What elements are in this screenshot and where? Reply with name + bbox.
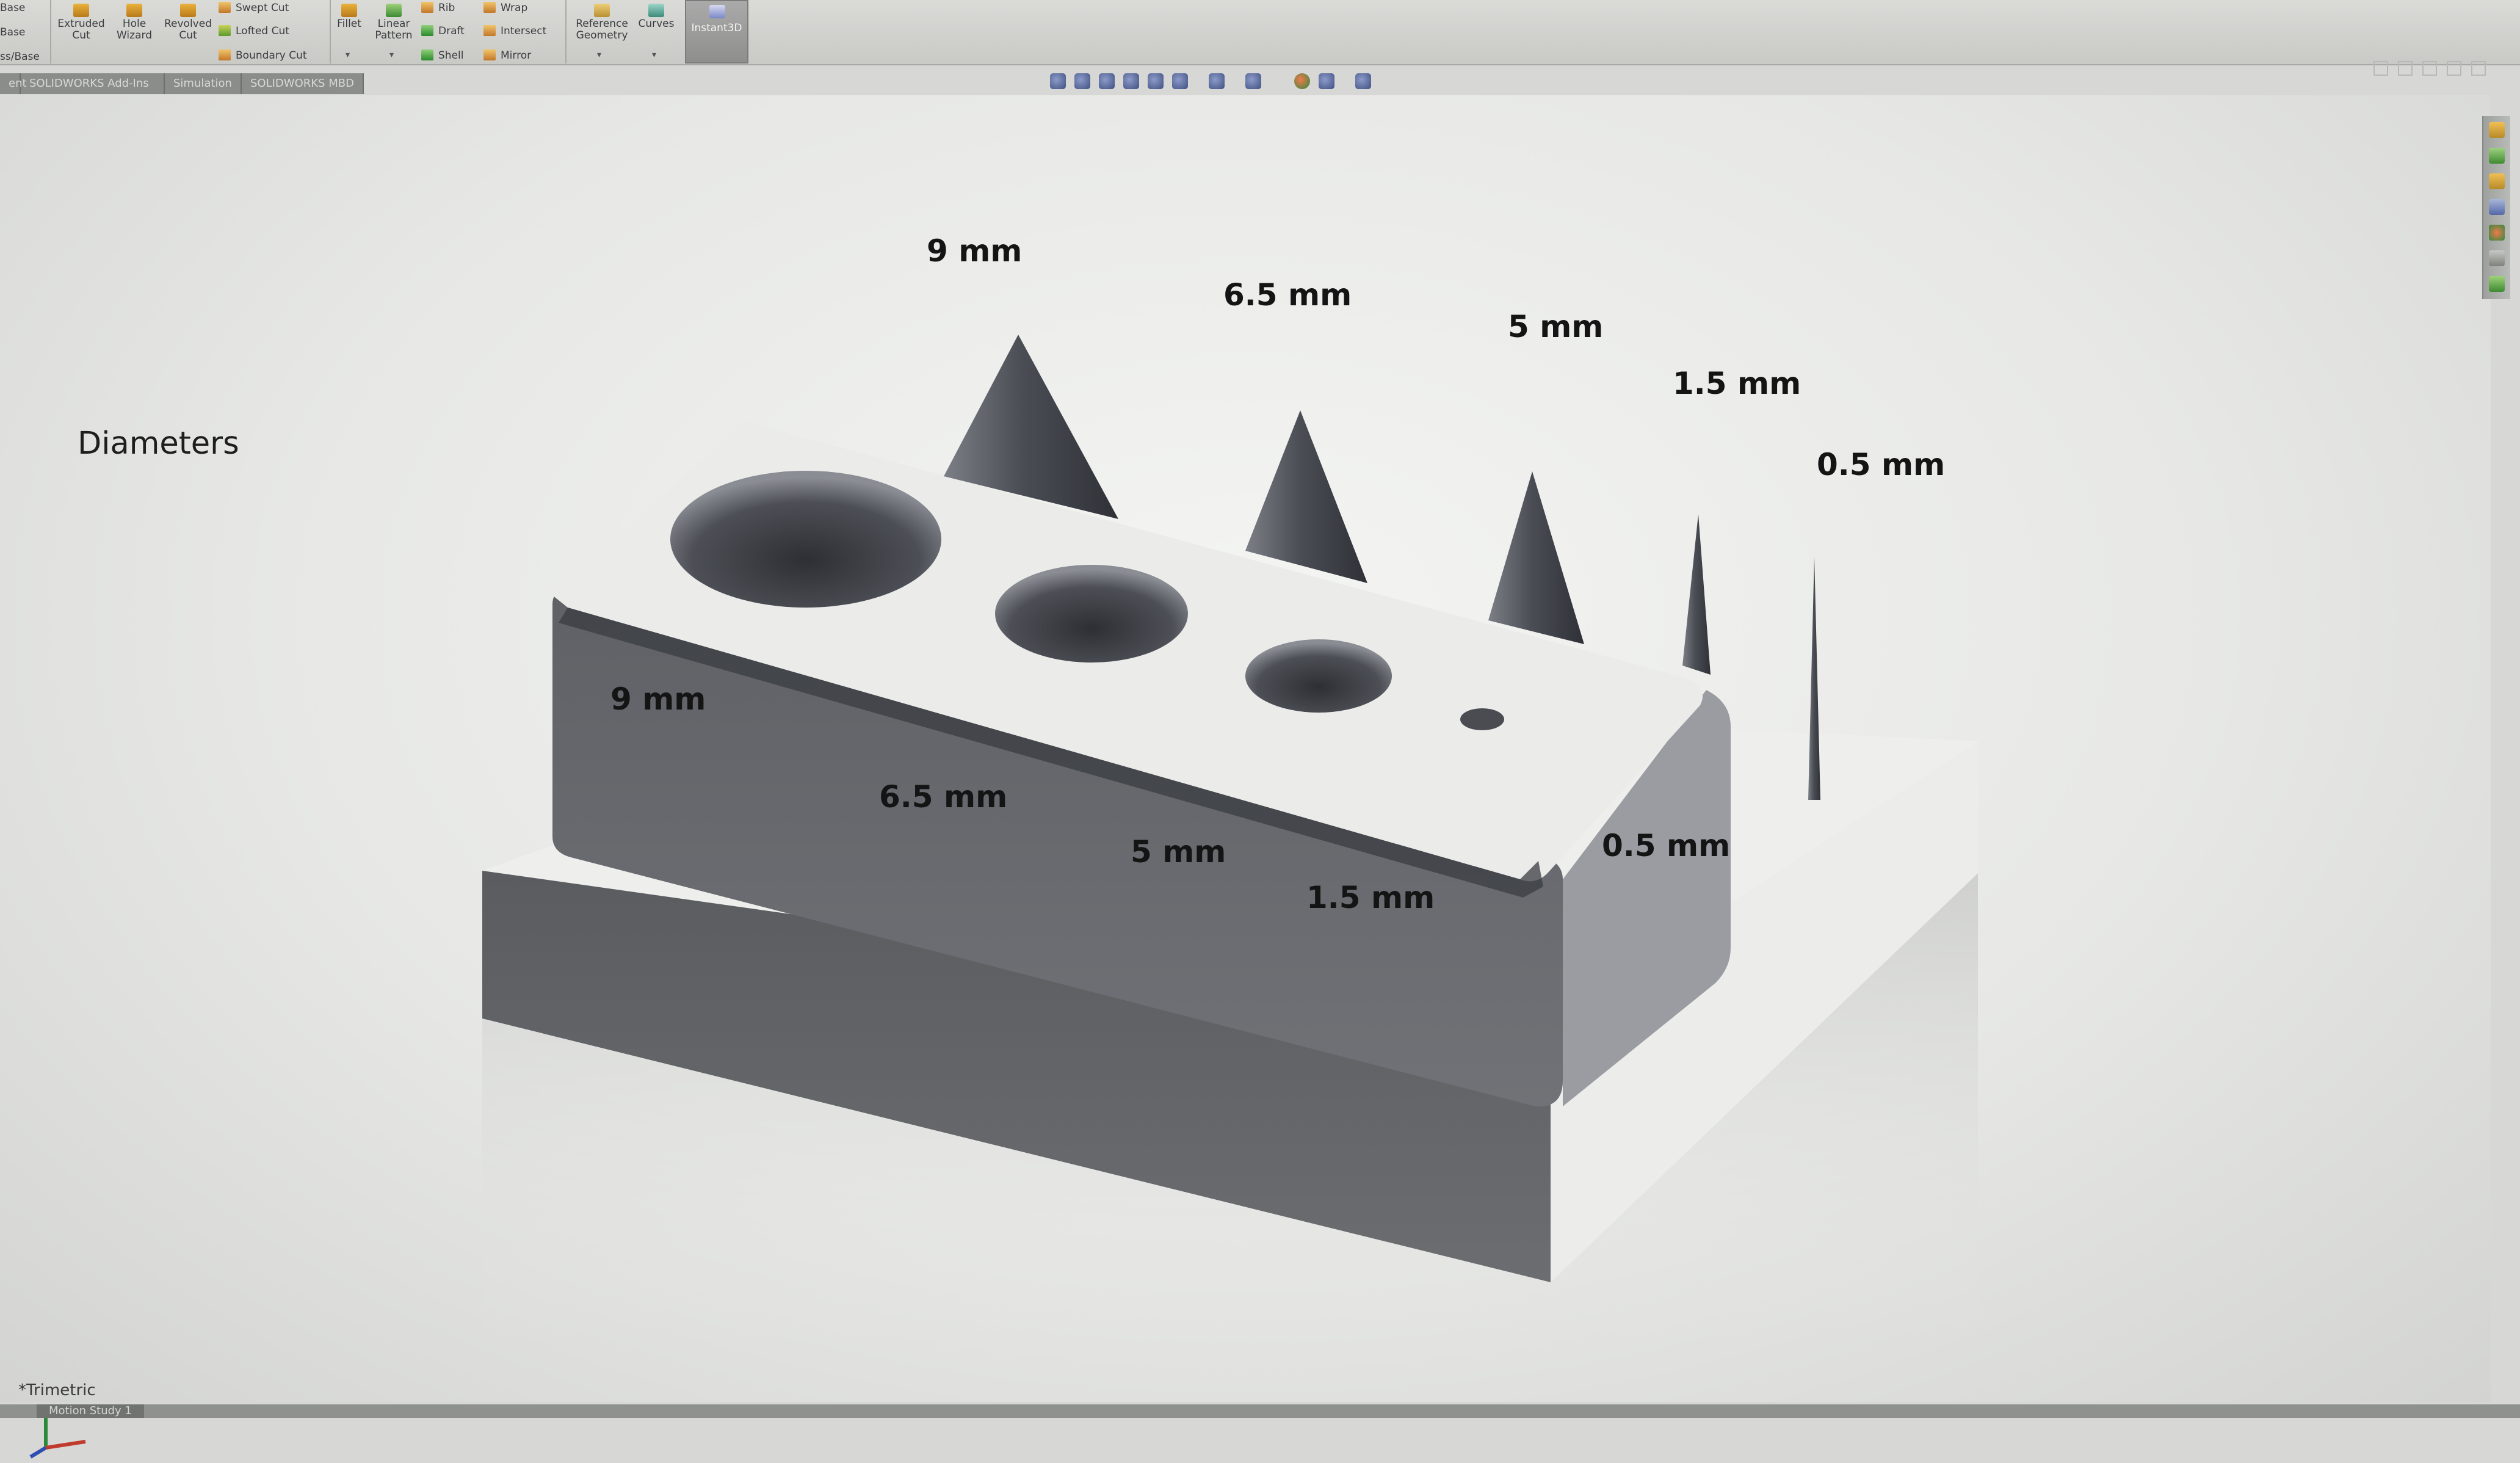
restore-icon[interactable] bbox=[2447, 61, 2461, 76]
tab-addins[interactable]: SOLIDWORKS Add-Ins bbox=[21, 73, 165, 94]
tab-simulation[interactable]: Simulation bbox=[165, 73, 242, 94]
cone-label-6-5mm: 6.5 mm bbox=[1223, 277, 1352, 313]
command-manager-tabs: ent SOLIDWORKS Add-Ins Simulation SOLIDW… bbox=[0, 73, 364, 94]
dynamic-annotation-icon[interactable] bbox=[1148, 73, 1164, 89]
cascade-window-icon[interactable] bbox=[2398, 61, 2413, 76]
hide-show-icon[interactable] bbox=[1245, 73, 1261, 89]
command-ribbon: Base Base ss/Base Extruded Cut Hole Wiza… bbox=[0, 0, 2520, 65]
graphics-area[interactable]: Diameters 9 mm 6.5 mm 5 mm 1.5 mm 0.5 mm… bbox=[0, 95, 2491, 1459]
hole-label-6-5mm: 6.5 mm bbox=[879, 779, 1008, 815]
reference-geometry-button[interactable]: Reference Geometry bbox=[570, 0, 634, 42]
cone-label-9mm: 9 mm bbox=[927, 233, 1023, 269]
cone-0-5mm bbox=[1808, 557, 1820, 800]
file-explorer-icon[interactable] bbox=[2489, 173, 2505, 189]
task-pane-tabs bbox=[2482, 116, 2510, 299]
curves-button[interactable]: Curves bbox=[635, 0, 678, 30]
reference-geometry-label: Reference Geometry bbox=[576, 18, 628, 42]
status-bar: Motion Study 1 bbox=[0, 1404, 2520, 1418]
minimize-icon[interactable] bbox=[2422, 61, 2437, 76]
tab-sketch[interactable]: ent bbox=[0, 73, 27, 94]
hole-9mm bbox=[670, 471, 941, 608]
tab-mbd[interactable]: SOLIDWORKS MBD bbox=[242, 73, 364, 94]
view-palette-icon[interactable] bbox=[2489, 199, 2505, 215]
cone-5mm bbox=[1488, 471, 1584, 644]
view-orientation-name: *Trimetric bbox=[18, 1381, 96, 1399]
tile-window-icon[interactable] bbox=[2373, 61, 2388, 76]
tab-motion-study[interactable]: Motion Study 1 bbox=[37, 1404, 144, 1418]
zoom-area-icon[interactable] bbox=[1074, 73, 1090, 89]
zoom-to-fit-icon[interactable] bbox=[1050, 73, 1066, 89]
hole-label-0-5mm: 0.5 mm bbox=[1602, 828, 1731, 863]
instant3d-icon bbox=[709, 5, 725, 18]
instant3d-button[interactable]: Instant3D bbox=[685, 0, 748, 64]
close-icon[interactable] bbox=[2471, 61, 2486, 76]
hole-5mm bbox=[1245, 639, 1392, 713]
ribbon-group-features bbox=[0, 0, 567, 64]
hole-label-9mm: 9 mm bbox=[610, 681, 706, 717]
instant3d-label: Instant3D bbox=[691, 22, 742, 34]
section-view-icon[interactable] bbox=[1123, 73, 1139, 89]
appearance-icon[interactable] bbox=[1294, 73, 1310, 89]
hole-6-5mm bbox=[995, 565, 1188, 663]
display-style-icon[interactable] bbox=[1209, 73, 1225, 89]
hole-label-5mm: 5 mm bbox=[1131, 834, 1226, 869]
cone-label-5mm: 5 mm bbox=[1508, 309, 1604, 344]
cone-1-5mm bbox=[1682, 514, 1711, 675]
scene-icon[interactable] bbox=[1319, 73, 1334, 89]
curves-icon bbox=[648, 4, 664, 17]
forum-icon[interactable] bbox=[2489, 276, 2505, 292]
diameters-title: Diameters bbox=[78, 426, 239, 462]
view-orientation-icon[interactable] bbox=[1172, 73, 1188, 89]
appearances-icon[interactable] bbox=[2489, 225, 2505, 241]
cone-label-0-5mm: 0.5 mm bbox=[1817, 447, 1946, 482]
view-settings-icon[interactable] bbox=[1355, 73, 1371, 89]
previous-view-icon[interactable] bbox=[1099, 73, 1115, 89]
reference-geometry-icon bbox=[594, 4, 610, 17]
custom-properties-icon[interactable] bbox=[2489, 250, 2505, 266]
cone-6-5mm bbox=[1245, 410, 1367, 583]
hole-label-1-5mm: 1.5 mm bbox=[1306, 880, 1435, 915]
reference-geometry-dropdown-icon[interactable]: ▾ bbox=[597, 50, 601, 60]
hole-1-5mm bbox=[1460, 708, 1504, 730]
design-library-icon[interactable] bbox=[2489, 148, 2505, 164]
curves-label: Curves bbox=[638, 18, 675, 30]
curves-dropdown-icon[interactable]: ▾ bbox=[652, 50, 656, 60]
cone-label-1-5mm: 1.5 mm bbox=[1673, 366, 1801, 401]
resources-icon[interactable] bbox=[2489, 122, 2505, 138]
